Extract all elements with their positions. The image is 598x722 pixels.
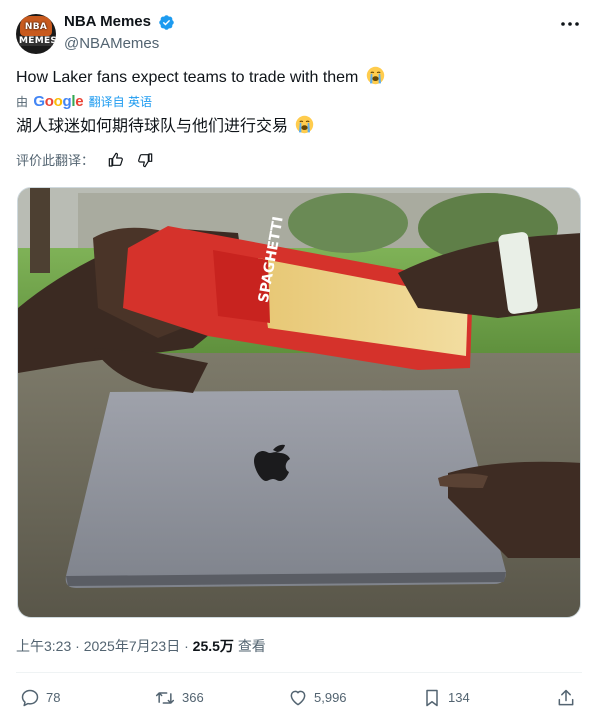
avatar-text-bottom: MEMES (19, 36, 56, 46)
bookmark-count: 134 (448, 690, 470, 705)
meta-separator: · (180, 638, 193, 654)
avatar[interactable]: NBA MEMES (16, 14, 56, 54)
loudly-crying-face-icon (296, 115, 314, 134)
heart-icon (290, 690, 306, 706)
translated-by-google: 由 Google 翻译自 英语 (16, 93, 152, 111)
share-icon (558, 689, 574, 706)
like-button[interactable]: 5,996 (288, 686, 347, 710)
action-bar: 78 366 5,996 134 (16, 686, 582, 710)
views-label: 查看 (237, 638, 266, 654)
verified-badge-icon (159, 14, 175, 30)
meta-separator: · (71, 638, 84, 654)
tweet-text-content: How Laker fans expect teams to trade wit… (16, 69, 359, 86)
translated-text-content: 湖人球迷如何期待球队与他们进行交易 (16, 118, 289, 135)
divider (16, 672, 582, 673)
loudly-crying-face-icon (366, 66, 385, 85)
translated-text: 湖人球迷如何期待球队与他们进行交易 (16, 115, 314, 139)
views-count: 25.5万 (192, 638, 234, 654)
handle[interactable]: @NBAMemes (64, 34, 175, 54)
more-options-icon[interactable] (558, 12, 582, 36)
bookmark-icon (426, 689, 438, 707)
tweet-header: NBA MEMES NBA Memes @NBAMemes (16, 10, 582, 54)
tweet-meta: 上午3:23 · 2025年7月23日 · 25.5万 查看 (16, 636, 266, 656)
like-count: 5,996 (314, 690, 347, 705)
share-button[interactable] (556, 686, 582, 710)
retweet-icon (155, 692, 175, 704)
tweet-text: How Laker fans expect teams to trade wit… (16, 66, 385, 89)
translation-source-link[interactable]: 翻译自 英语 (89, 95, 152, 109)
translation-prefix: 由 (16, 95, 29, 109)
google-logo: Google (33, 93, 84, 110)
rate-translation: 评价此翻译： (16, 152, 153, 170)
tweet-photo[interactable]: SPAGHETTI (17, 187, 581, 618)
photo-illustration: SPAGHETTI (18, 188, 580, 617)
tweet-date[interactable]: 2025年7月23日 (84, 638, 181, 654)
reply-icon (21, 689, 39, 707)
avatar-text-top: NBA (24, 22, 48, 32)
thumbs-up-icon[interactable] (108, 152, 124, 168)
reply-button[interactable]: 78 (20, 686, 60, 710)
author-block: NBA Memes @NBAMemes (64, 12, 175, 54)
retweet-button[interactable]: 366 (154, 686, 204, 710)
tweet-time[interactable]: 上午3:23 (16, 638, 71, 654)
rate-translation-label: 评价此翻译： (16, 153, 95, 168)
display-name[interactable]: NBA Memes (64, 12, 151, 32)
thumbs-down-icon[interactable] (137, 152, 153, 168)
reply-count: 78 (46, 690, 61, 705)
bookmark-button[interactable]: 134 (422, 686, 470, 710)
retweet-count: 366 (182, 690, 204, 705)
